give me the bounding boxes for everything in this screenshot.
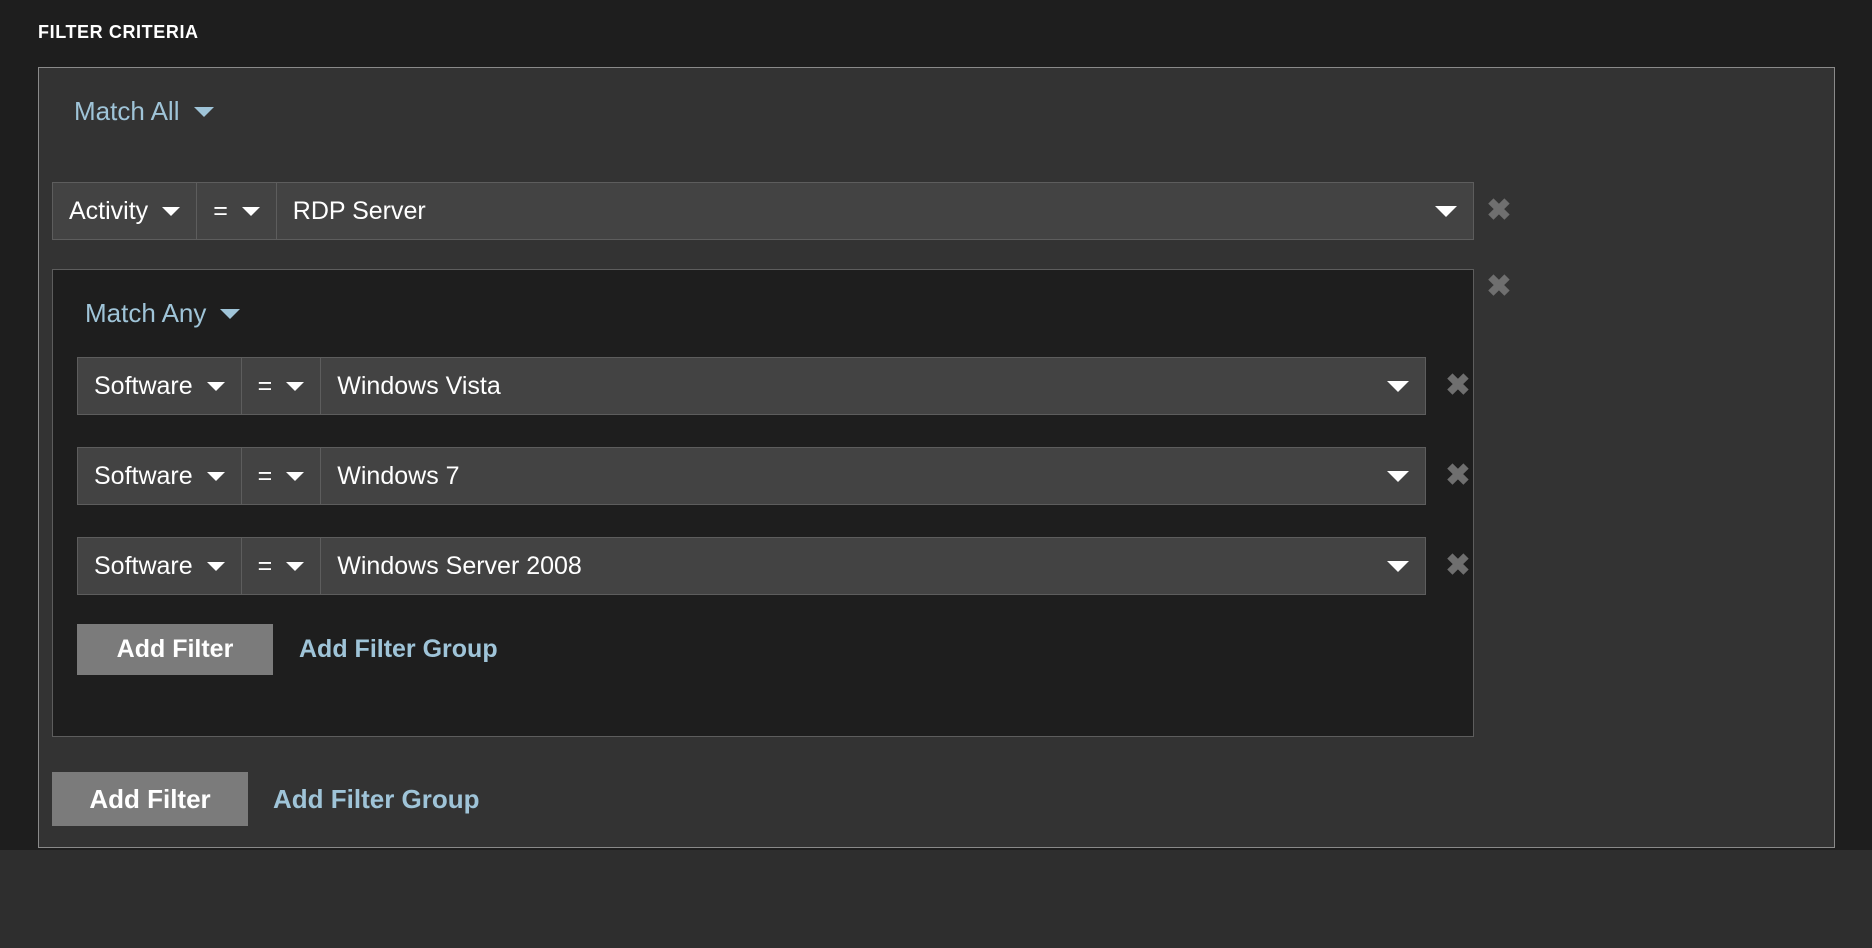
add-filter-group-link[interactable]: Add Filter Group [273, 784, 480, 815]
filter-row: Software = Windows Vista [77, 357, 1426, 415]
filter-field-label: Software [94, 551, 193, 580]
filter-criteria-panel: Match All Activity = RDP Server ✖ Match … [38, 67, 1835, 848]
add-filter-button[interactable]: Add Filter [77, 624, 273, 675]
root-match-mode-select[interactable]: Match All [74, 96, 214, 127]
close-icon: ✖ [1445, 459, 1471, 492]
close-icon: ✖ [1445, 369, 1471, 402]
filter-field-label: Activity [69, 196, 149, 225]
chevron-down-icon [241, 206, 260, 216]
chevron-down-icon [206, 561, 225, 571]
close-icon: ✖ [1445, 549, 1471, 582]
filter-row: Software = Windows 7 [77, 447, 1426, 505]
filter-field-select[interactable]: Software [77, 447, 241, 505]
filter-value-select[interactable]: Windows Server 2008 [320, 537, 1426, 595]
delete-filter-group-button[interactable]: ✖ [1482, 270, 1516, 304]
add-filter-group-link[interactable]: Add Filter Group [299, 635, 498, 664]
close-icon: ✖ [1486, 270, 1512, 303]
filter-criteria-page: FILTER CRITERIA Match All Activity = RDP… [0, 0, 1872, 948]
filter-row: Software = Windows Server 2008 [77, 537, 1426, 595]
filter-value-label: Windows Vista [337, 371, 501, 400]
filter-operator-select[interactable]: = [240, 537, 321, 595]
filter-value-label: Windows Server 2008 [337, 551, 582, 580]
filter-field-select[interactable]: Software [77, 357, 241, 415]
delete-filter-button[interactable]: ✖ [1441, 369, 1475, 403]
footer-bar: Done [0, 850, 1872, 948]
chevron-down-icon [206, 471, 225, 481]
filter-operator-label: = [257, 461, 273, 490]
delete-filter-button[interactable]: ✖ [1482, 194, 1516, 228]
filter-value-select[interactable]: Windows 7 [320, 447, 1426, 505]
chevron-down-icon [1387, 380, 1409, 392]
filter-value-label: RDP Server [292, 196, 426, 225]
delete-filter-button[interactable]: ✖ [1441, 549, 1475, 583]
filter-value-label: Windows 7 [337, 461, 460, 490]
close-icon: ✖ [1486, 194, 1512, 227]
filter-operator-label: = [213, 196, 228, 225]
chevron-down-icon [286, 561, 305, 571]
filter-operator-select[interactable]: = [240, 357, 321, 415]
filter-value-select[interactable]: Windows Vista [320, 357, 1426, 415]
page-title: FILTER CRITERIA [38, 22, 199, 42]
chevron-down-icon [193, 106, 214, 117]
add-filter-button[interactable]: Add Filter [52, 772, 248, 826]
group-match-mode-label: Match Any [85, 298, 207, 328]
delete-filter-button[interactable]: ✖ [1441, 459, 1475, 493]
filter-operator-label: = [257, 371, 273, 400]
filter-field-label: Software [94, 461, 193, 490]
group-match-mode-select[interactable]: Match Any [85, 298, 241, 329]
filter-operator-select[interactable]: = [196, 182, 276, 240]
nested-filter-group: Match Any Software = Windows Vista ✖ Sof… [52, 269, 1474, 737]
filter-operator-select[interactable]: = [240, 447, 321, 505]
chevron-down-icon [162, 206, 181, 216]
filter-operator-label: = [257, 551, 273, 580]
chevron-down-icon [286, 381, 305, 391]
chevron-down-icon [220, 308, 241, 319]
filter-field-select[interactable]: Software [77, 537, 241, 595]
root-match-mode-label: Match All [74, 96, 180, 126]
chevron-down-icon [1435, 205, 1457, 217]
chevron-down-icon [206, 381, 225, 391]
filter-value-select[interactable]: RDP Server [275, 182, 1474, 240]
chevron-down-icon [286, 471, 305, 481]
filter-field-select[interactable]: Activity [52, 182, 197, 240]
filter-row: Activity = RDP Server [52, 182, 1474, 240]
chevron-down-icon [1387, 470, 1409, 482]
filter-field-label: Software [94, 371, 193, 400]
chevron-down-icon [1387, 560, 1409, 572]
